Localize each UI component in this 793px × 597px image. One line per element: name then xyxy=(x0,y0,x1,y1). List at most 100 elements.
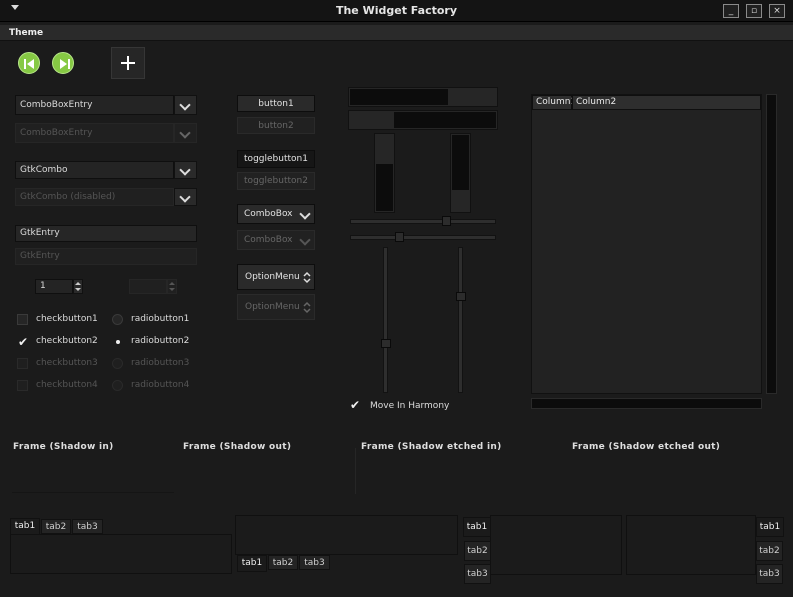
checkbutton4-label: checkbutton4 xyxy=(36,380,98,390)
checkmark-icon: ✔ xyxy=(350,398,361,412)
optionmenu-disabled: OptionMenu xyxy=(237,294,315,320)
notebook-left-tab1[interactable]: tab1 xyxy=(463,517,491,537)
progressbar-vertical-1 xyxy=(374,133,395,213)
tree-hscrollbar[interactable] xyxy=(531,398,762,409)
move-in-harmony-label[interactable]: Move In Harmony xyxy=(370,401,449,411)
checkbutton3-label: checkbutton3 xyxy=(36,358,98,368)
progressbar-fill xyxy=(376,164,393,211)
tree-vscrollbar[interactable] xyxy=(766,94,777,394)
hscale-1-trough[interactable] xyxy=(350,219,496,224)
hscale-2-handle[interactable] xyxy=(395,232,404,242)
spin-disabled-stepper xyxy=(167,279,177,294)
button2: button2 xyxy=(237,117,315,134)
checkbutton2-label[interactable]: checkbutton2 xyxy=(36,336,98,346)
vscale-1-handle[interactable] xyxy=(381,339,391,348)
gtkcombo-input[interactable]: GtkCombo xyxy=(15,161,174,179)
window-title: The Widget Factory xyxy=(335,4,458,17)
gtk-entry[interactable]: GtkEntry xyxy=(15,225,197,242)
tree-view[interactable] xyxy=(531,94,762,394)
go-first-icon xyxy=(24,59,34,69)
frame-shadow-out xyxy=(182,453,352,493)
add-button[interactable] xyxy=(111,47,145,79)
notebook-top-tab1[interactable]: tab1 xyxy=(10,518,40,535)
gtkcombo-disabled-dropdown xyxy=(174,188,197,206)
button1[interactable]: button1 xyxy=(237,95,315,112)
togglebutton1[interactable]: togglebutton1 xyxy=(237,150,315,168)
spin-arrows-icon xyxy=(75,282,81,291)
checkmark-icon: ✔ xyxy=(18,335,29,349)
progressbar-horizontal-1 xyxy=(348,87,498,107)
go-first-button[interactable] xyxy=(18,52,40,74)
progressbar-horizontal-2 xyxy=(348,110,498,130)
chevron-down-icon xyxy=(299,208,311,220)
gtk-entry-disabled: GtkEntry xyxy=(15,248,197,265)
plus-icon xyxy=(121,56,135,70)
checkbutton3-box xyxy=(17,358,28,369)
maximize-button[interactable]: ▫ xyxy=(746,4,762,18)
go-last-button[interactable] xyxy=(52,52,74,74)
notebook-right-panel xyxy=(626,515,756,575)
notebook-left-tab3[interactable]: tab3 xyxy=(464,564,491,584)
updown-chevron-icon xyxy=(303,271,311,284)
progressbar-fill xyxy=(452,135,469,190)
checkbutton2-box[interactable]: ✔ xyxy=(17,335,29,349)
progressbar-fill xyxy=(350,89,448,105)
radiobutton2-circle[interactable] xyxy=(112,336,123,347)
vscale-1-trough[interactable] xyxy=(383,247,388,393)
close-button[interactable]: × xyxy=(769,4,785,18)
minimize-button[interactable]: _ xyxy=(723,4,739,18)
radiobutton1-circle[interactable] xyxy=(112,314,123,325)
radiobutton4-label: radiobutton4 xyxy=(131,380,190,390)
notebook-bottom-tab1[interactable]: tab1 xyxy=(237,555,267,572)
optionmenu[interactable]: OptionMenu xyxy=(237,264,315,290)
spin-input[interactable]: 1 xyxy=(35,279,73,294)
optionmenu-disabled-label: OptionMenu xyxy=(245,302,300,312)
combo-entry-dropdown[interactable] xyxy=(174,95,197,115)
chevron-down-icon xyxy=(179,191,191,203)
menu-theme[interactable]: Theme xyxy=(9,28,43,38)
frame-shadow-in xyxy=(12,453,174,493)
progressbar-fill xyxy=(394,112,496,128)
chevron-down-icon xyxy=(299,234,311,246)
radiobutton2-label[interactable]: radiobutton2 xyxy=(131,336,189,346)
togglebutton2: togglebutton2 xyxy=(237,172,315,190)
notebook-right-tab2[interactable]: tab2 xyxy=(756,541,783,561)
notebook-top-tab2[interactable]: tab2 xyxy=(41,519,71,534)
updown-chevron-icon xyxy=(303,301,311,314)
radiobutton3-circle xyxy=(112,358,123,369)
checkbutton1-label[interactable]: checkbutton1 xyxy=(36,314,98,324)
vscale-2-trough[interactable] xyxy=(458,247,463,393)
move-in-harmony-checkbox[interactable]: ✔ xyxy=(350,398,362,412)
notebook-bottom-tab2[interactable]: tab2 xyxy=(268,555,298,570)
gtkcombo-dropdown[interactable] xyxy=(174,161,197,179)
checkbutton1-box[interactable] xyxy=(17,314,28,325)
notebook-right-tab3[interactable]: tab3 xyxy=(756,564,783,584)
hscale-1-handle[interactable] xyxy=(442,216,451,226)
spin-disabled-input xyxy=(129,279,167,294)
combobox[interactable]: ComboBox xyxy=(237,204,315,224)
combo-entry-input[interactable]: ComboBoxEntry xyxy=(15,95,174,115)
notebook-top-tab3[interactable]: tab3 xyxy=(72,519,103,534)
combobox-disabled: ComboBox xyxy=(237,230,315,250)
vscale-2-handle[interactable] xyxy=(456,292,466,301)
hscale-2-trough[interactable] xyxy=(350,235,496,240)
gtkcombo-disabled-input: GtkCombo (disabled) xyxy=(15,188,174,206)
chevron-down-icon xyxy=(179,164,191,176)
column2-header[interactable]: Column2 xyxy=(572,95,761,110)
frame-shadow-out-title: Frame (Shadow out) xyxy=(183,442,292,452)
notebook-left-tab2[interactable]: tab2 xyxy=(464,541,491,561)
combobox-label: ComboBox xyxy=(244,209,293,219)
frame-shadow-etched-in xyxy=(355,448,555,494)
frame-shadow-in-title: Frame (Shadow in) xyxy=(13,442,114,452)
combobox-disabled-label: ComboBox xyxy=(244,235,293,245)
optionmenu-label: OptionMenu xyxy=(245,272,300,282)
notebook-bottom-tab3[interactable]: tab3 xyxy=(299,555,330,570)
chevron-down-icon xyxy=(179,127,191,139)
frame-shadow-etched-out xyxy=(566,453,776,493)
spin-stepper[interactable] xyxy=(73,279,83,294)
frame-shadow-etched-out-title: Frame (Shadow etched out) xyxy=(572,442,721,452)
column1-header[interactable]: Column1 xyxy=(532,95,576,110)
spin-arrows-icon xyxy=(169,282,175,291)
radiobutton1-label[interactable]: radiobutton1 xyxy=(131,314,189,324)
notebook-right-tab1[interactable]: tab1 xyxy=(756,517,784,537)
